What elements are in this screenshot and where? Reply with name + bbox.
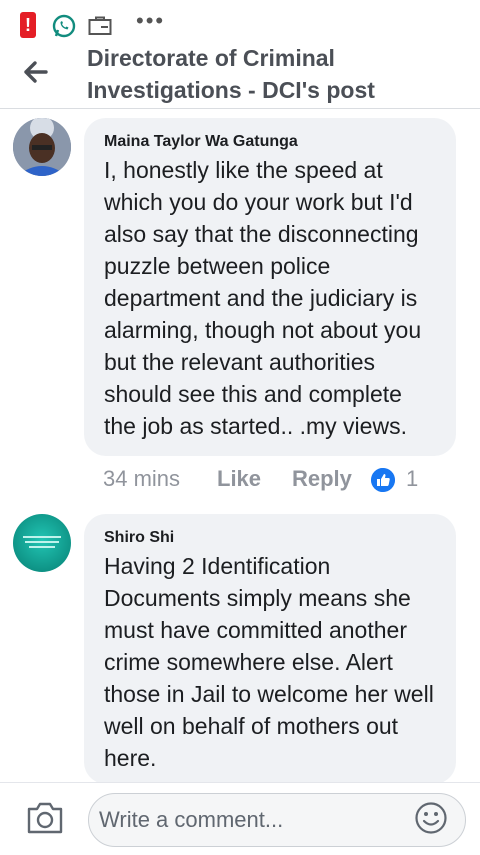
post-header: Directorate of Criminal Investigations -… bbox=[0, 48, 480, 109]
comment-input[interactable]: Write a comment... bbox=[88, 793, 466, 847]
comment-bubble: Shiro Shi Having 2 Identification Docume… bbox=[84, 514, 456, 784]
reaction-count: 1 bbox=[406, 466, 419, 491]
avatar[interactable] bbox=[13, 514, 71, 572]
like-reaction-icon[interactable] bbox=[371, 468, 395, 492]
comment-bubble: Maina Taylor Wa Gatunga I, honestly like… bbox=[84, 118, 456, 456]
more-notifications-icon: ••• bbox=[136, 8, 166, 33]
status-bar: ! ••• bbox=[0, 0, 480, 48]
like-button[interactable]: Like bbox=[217, 466, 261, 492]
avatar[interactable] bbox=[13, 118, 71, 176]
alert-icon: ! bbox=[20, 12, 36, 38]
briefcase-icon bbox=[88, 16, 112, 35]
comment-author[interactable]: Maina Taylor Wa Gatunga bbox=[104, 132, 436, 152]
camera-icon[interactable] bbox=[26, 801, 64, 835]
comment-text: I, honestly like the speed at which you … bbox=[104, 157, 422, 439]
whatsapp-icon bbox=[52, 14, 76, 38]
reply-button[interactable]: Reply bbox=[292, 466, 352, 492]
comment-timestamp: 34 mins bbox=[103, 466, 181, 491]
back-arrow-icon[interactable] bbox=[18, 54, 54, 90]
page-title: Directorate of Criminal Investigations -… bbox=[87, 48, 375, 103]
comment-author[interactable]: Shiro Shi bbox=[104, 528, 436, 548]
comment-text: Having 2 Identification Documents simply… bbox=[104, 553, 434, 771]
comment-composer: Write a comment... bbox=[0, 782, 480, 855]
emoji-icon[interactable] bbox=[414, 801, 448, 835]
